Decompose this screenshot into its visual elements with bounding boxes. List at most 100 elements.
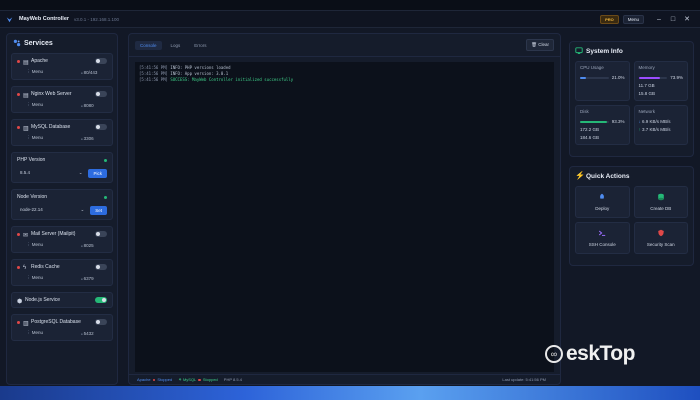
- service-menu-button[interactable]: Menu: [26, 330, 81, 336]
- service-card-postgres: ▥ PostgreSQL Database Menu 5432: [11, 314, 113, 341]
- node-version-select[interactable]: node-22.14 ⌄: [17, 205, 87, 215]
- cpu-stat: CPU Usage 21.0%: [575, 61, 630, 101]
- security-scan-button[interactable]: Security Scan: [633, 222, 688, 254]
- memory-percent: 73.9%: [670, 75, 683, 80]
- services-sidebar: Services ▤ Apache Menu 80/443 ▤ Nginx We…: [6, 33, 118, 385]
- status-mysql: ⚘ MySQL Stopped: [178, 377, 218, 382]
- node-set-button[interactable]: Set: [90, 205, 107, 215]
- service-toggle[interactable]: [95, 264, 107, 270]
- console-tabs: Console Logs Errors 🗑 Clear: [129, 34, 560, 57]
- nodejs-icon: ⬢: [17, 298, 23, 305]
- service-port: 3306: [81, 136, 107, 141]
- tab-logs[interactable]: Logs: [166, 41, 186, 50]
- node-version-card: Node Version node-22.14 ⌄ Set: [11, 189, 113, 220]
- service-card-apache: ▤ Apache Menu 80/443: [11, 53, 113, 80]
- app-title: MayWeb Controller: [19, 16, 70, 22]
- ssh-console-button[interactable]: SSH Console: [575, 222, 630, 254]
- minimize-button[interactable]: –: [652, 16, 666, 23]
- services-icon: [13, 39, 21, 47]
- status-dot: [104, 158, 107, 162]
- service-port: 80/443: [81, 70, 107, 75]
- mail-icon: ✉: [23, 232, 29, 239]
- terminal-icon: [599, 230, 606, 236]
- pro-badge[interactable]: PRO: [600, 14, 619, 24]
- clear-label: Clear: [538, 42, 549, 47]
- php-version-select[interactable]: 8.5.4 ⌄: [17, 168, 85, 178]
- database-icon: ▥: [23, 125, 29, 132]
- disk-stat: Disk 93.3% 172.2 GB 184.6 GB: [575, 105, 630, 145]
- disk-used: 172.2 GB: [580, 127, 600, 132]
- maximize-button[interactable]: □: [666, 16, 680, 23]
- service-name: Nginx Web Server: [31, 91, 72, 97]
- desktop-wallpaper: [0, 386, 700, 400]
- close-button[interactable]: ✕: [680, 15, 694, 23]
- service-card-nodejs: ⬢ Node.js Service: [11, 292, 113, 308]
- disk-percent: 93.3%: [611, 119, 625, 124]
- menu-button[interactable]: Menu: [622, 14, 644, 24]
- create-db-button[interactable]: Create DB: [633, 186, 688, 218]
- memory-stat: Memory 73.9% 11.7 GB 15.8 GB: [633, 61, 688, 101]
- clear-button[interactable]: 🗑 Clear: [526, 39, 554, 51]
- php-version-card: PHP Version 8.5.4 ⌄ Pick: [11, 152, 113, 183]
- service-menu-button[interactable]: Menu: [26, 102, 81, 108]
- database-icon: [657, 193, 664, 201]
- disk-total: 184.6 GB: [580, 135, 600, 140]
- services-title: Services: [24, 39, 53, 47]
- chevron-down-icon: ⌄: [80, 207, 85, 212]
- service-menu-button[interactable]: Menu: [26, 242, 81, 248]
- monitor-icon: [575, 47, 583, 54]
- service-toggle[interactable]: [95, 319, 107, 325]
- system-info-panel: System Info CPU Usage 21.0% Memory 73.9%…: [569, 41, 694, 157]
- service-toggle[interactable]: [95, 124, 107, 130]
- service-menu-button[interactable]: Menu: [26, 135, 81, 141]
- server-icon: ▤: [23, 92, 29, 99]
- php-pick-button[interactable]: Pick: [88, 168, 107, 178]
- memory-progress-bar: [638, 76, 668, 79]
- status-dot: [17, 320, 20, 324]
- rocket-icon: [600, 193, 605, 199]
- php-version-value: 8.5.4: [20, 170, 31, 175]
- quick-actions-title: Quick Actions: [586, 172, 630, 180]
- service-menu-button[interactable]: Menu: [26, 69, 81, 75]
- console-output[interactable]: [5:41:56 PM] INFO: PHP versions loaded […: [135, 62, 554, 372]
- quick-actions-panel: ⚡ Quick Actions Deploy Create DB SSH Con…: [569, 166, 694, 266]
- php-version-title: PHP Version: [17, 157, 46, 163]
- service-port: 6379: [81, 276, 107, 281]
- app-version: v3.0.1 - 192.168.1.100: [74, 16, 120, 22]
- status-bar: Apache Stopped ⚘ MySQL Stopped PHP 8.5.4…: [129, 374, 560, 384]
- deploy-button[interactable]: Deploy: [575, 186, 630, 218]
- status-dot: [17, 92, 20, 96]
- service-port: 8080: [81, 103, 107, 108]
- tab-errors[interactable]: Errors: [189, 41, 211, 50]
- bolt-icon: ⚡: [575, 171, 585, 180]
- log-line: [5:41:56 PM] SUCCESS: MayWeb Controller …: [139, 77, 294, 82]
- network-label: Network: [638, 109, 656, 114]
- status-dot: [104, 195, 107, 199]
- tab-console[interactable]: Console: [135, 40, 162, 50]
- status-apache: Apache Stopped: [137, 377, 173, 382]
- service-name: Redis Cache: [31, 264, 60, 270]
- service-port: 5432: [81, 331, 107, 336]
- memory-label: Memory: [638, 65, 655, 70]
- cpu-progress-bar: [580, 76, 609, 79]
- service-name: PostgreSQL Database: [31, 319, 81, 325]
- service-toggle[interactable]: [95, 58, 107, 64]
- arrow-up-icon: ↑: [638, 127, 641, 132]
- service-menu-button[interactable]: Menu: [26, 275, 81, 281]
- watermark: ∞ eskTop: [545, 342, 635, 366]
- service-toggle[interactable]: [95, 297, 107, 303]
- network-stat: Network ↓ 6.9 KB/s MB/s ↑ 3.7 KB/s MB/s: [633, 105, 688, 145]
- service-name: Apache: [31, 58, 48, 64]
- service-toggle[interactable]: [95, 231, 107, 237]
- disk-label: Disk: [580, 109, 589, 114]
- service-card-mail: ✉ Mail Server (Mailpit) Menu 8025: [11, 226, 113, 253]
- database-icon: ▥: [23, 320, 29, 327]
- status-dot: [17, 59, 20, 63]
- title-bar: MayWeb Controller v3.0.1 - 192.168.1.100…: [0, 11, 700, 28]
- system-info-title: System Info: [586, 47, 623, 55]
- cpu-label: CPU Usage: [580, 65, 604, 70]
- service-toggle[interactable]: [95, 91, 107, 97]
- chevron-down-icon: ⌄: [78, 170, 83, 175]
- services-header: Services: [11, 39, 113, 47]
- node-version-title: Node Version: [17, 194, 48, 200]
